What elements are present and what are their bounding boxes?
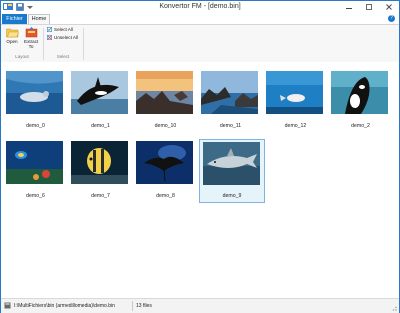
image-preview-diver-blue [266,71,323,114]
image-preview-coast-rocks [201,71,258,114]
file-name: demo_9 [222,193,242,199]
maximize-button[interactable] [359,1,379,13]
minimize-button[interactable] [339,1,359,13]
unselect-all-button[interactable]: Unselect All [47,35,78,41]
file-thumbnail[interactable]: demo_2 [329,69,392,141]
image-preview-seal [6,71,63,114]
file-name: demo_1 [91,123,110,129]
status-file-count: 13 files [136,303,152,309]
image-preview-manta-ray [136,141,193,184]
file-thumbnail[interactable]: demo_11 [199,69,262,141]
minimize-icon [346,8,352,9]
image-preview-angelfish [71,141,128,184]
extract-to-label: Extract To [24,39,39,49]
image-preview-reef-fish [6,141,63,184]
ribbon-tabs: Fichier Home ? [1,13,399,24]
extract-icon [25,27,37,38]
file-name: demo_7 [91,193,110,199]
file-thumbnail[interactable]: demo_7 [69,139,132,211]
file-name: demo_0 [26,123,45,129]
file-thumbnail-selected[interactable]: demo_9 [199,139,265,203]
open-button[interactable]: Open [4,27,20,44]
resize-grip-icon[interactable] [390,304,398,312]
file-thumbnail[interactable]: demo_8 [134,139,197,211]
file-thumbnail[interactable]: demo_0 [4,69,67,141]
file-thumbnail[interactable]: demo_6 [4,139,67,211]
image-preview-orca-jump [71,71,128,114]
file-name: demo_10 [154,123,177,129]
extract-to-button[interactable]: Extract To [22,27,40,49]
status-path: I:\MultiFichiers\bin (armedillomedia)\de… [14,303,115,309]
file-thumbnail[interactable]: demo_12 [264,69,327,141]
close-icon [386,4,392,10]
file-name: demo_12 [284,123,307,129]
open-folder-icon [5,28,19,38]
file-name: demo_8 [156,193,175,199]
help-icon[interactable]: ? [388,15,395,22]
image-preview-shark [203,142,260,185]
file-thumbnail[interactable]: demo_1 [69,69,132,141]
group-separator [83,28,84,60]
layout-group-label: Layout [15,54,29,59]
file-thumbnail[interactable]: demo_10 [134,69,197,141]
select-all-button[interactable]: Select All [47,27,73,33]
select-group-label: Select [56,54,70,59]
status-bar: I:\MultiFichiers\bin (armedillomedia)\de… [1,298,399,313]
maximize-icon [366,4,372,10]
tab-home[interactable]: Home [28,14,50,24]
tab-file[interactable]: Fichier [2,14,27,24]
archive-icon [4,302,11,309]
ribbon: Open Extract To Layout Select All Unsele… [1,24,399,63]
unselect-all-icon [47,35,52,41]
file-name: demo_6 [26,193,45,199]
unselect-all-label: Unselect All [54,35,79,40]
image-preview-orca-water [331,71,388,114]
file-grid: demo_0 demo_1 demo_10 demo_11 demo_12 de… [1,62,399,297]
close-button[interactable] [379,1,399,13]
open-label: Open [6,39,18,44]
status-separator [132,301,133,311]
select-all-label: Select All [54,27,73,32]
image-preview-sunset-coast [136,71,193,114]
select-all-icon [47,27,52,33]
app-window: Konvertor FM - [demo.bin] Fichier Home ?… [0,0,400,313]
title-bar: Konvertor FM - [demo.bin] [1,1,399,13]
file-name: demo_11 [219,123,242,129]
group-separator [43,28,44,60]
file-name: demo_2 [351,123,370,129]
